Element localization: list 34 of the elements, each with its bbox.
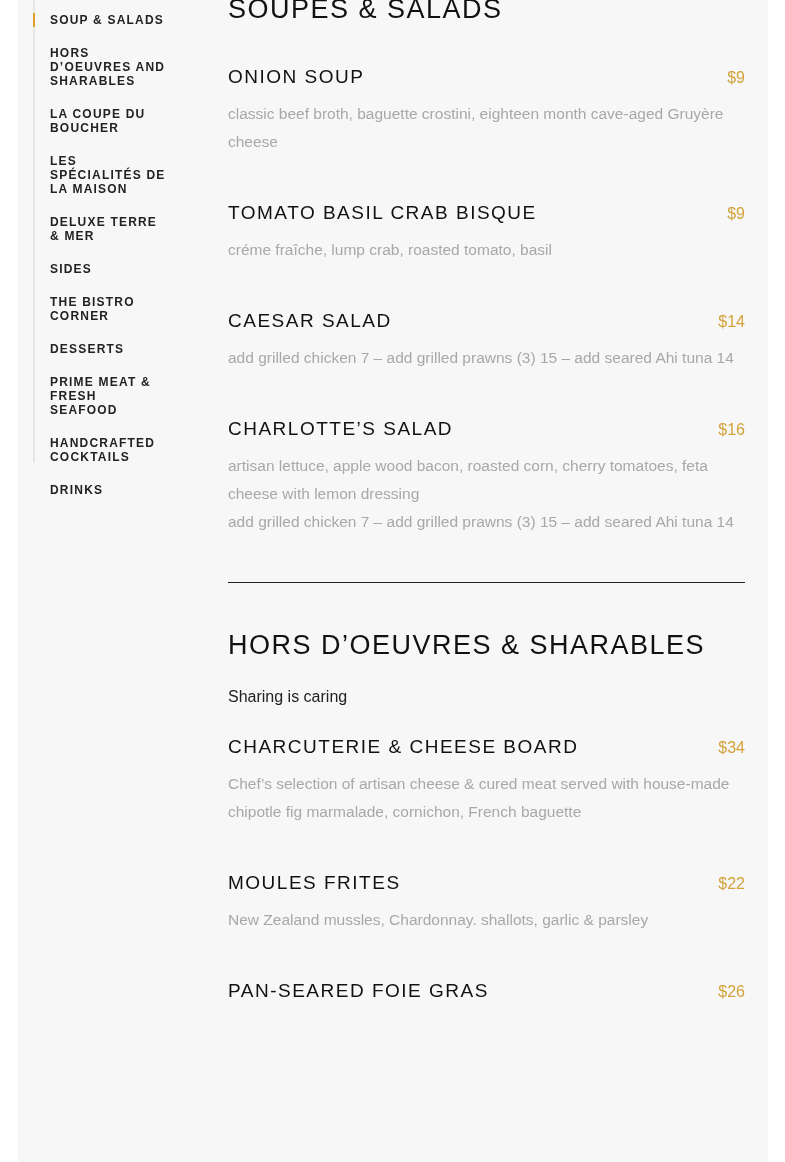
dish-description: Chef’s selection of artisan cheese & cured meat served with house-made chipotle fig marmalade, cornichon, French baguette [228,774,731,822]
dish-name: CHARCUTERIE & CHEESE BOARD [228,736,579,758]
sidebar-item[interactable]: DRINKS [33,483,168,497]
sidebar-item[interactable]: SOUP & SALADS [33,13,168,27]
dish-price: $22 [718,875,745,893]
dish-name: ONION SOUP [228,66,365,88]
sidebar-item[interactable]: THE BISTRO CORNER [33,295,168,323]
dish-description: classic beef broth, baguette crostini, eighteen month cave-aged Gruyère cheese [228,104,725,152]
dish-name: CAESAR SALAD [228,310,392,332]
dish-price: $34 [718,739,745,757]
dish-description: créme fraîche, lump crab, roasted tomato, basil [228,240,553,260]
dish-name: CHARLOTTE’S SALAD [228,418,454,440]
dish-price: $9 [727,205,745,223]
sidebar-item[interactable]: DELUXE TERRE & MER [33,215,168,243]
section-title: SOUPES & SALADS [228,0,504,26]
dish-name: TOMATO BASIL CRAB BISQUE [228,202,537,224]
dish-name: MOULES FRITES [228,872,401,894]
dish-description: add grilled chicken 7 – add grilled prawns (3) 15 – add seared Ahi tuna 14 [228,512,735,532]
sidebar-item[interactable]: LA COUPE DU BOUCHER [33,107,168,135]
dish-price: $9 [727,69,745,87]
sidebar-item[interactable]: SIDES [33,262,168,276]
sidebar-item[interactable]: LES SPÉCIALITÉS DE LA MAISON [33,154,168,196]
sidebar-item[interactable]: PRIME MEAT & FRESH SEAFOOD [33,375,168,417]
sidebar-item[interactable]: HANDCRAFTED COCKTAILS [33,436,168,464]
dish-name: PAN-SEARED FOIE GRAS [228,980,489,1002]
dish-price: $26 [718,983,745,1001]
section-subtitle: Sharing is caring [228,688,349,706]
sidebar-item[interactable]: HORS D’OEUVRES AND SHARABLES [33,46,168,88]
dish-description: add grilled chicken 7 – add grilled prawns (3) 15 – add seared Ahi tuna 14 [228,348,735,368]
sidebar-item[interactable]: DESSERTS [33,342,168,356]
dish-description: New Zealand mussles, Chardonnay. shallots, garlic & parsley [228,910,650,930]
dish-price: $16 [718,421,745,439]
dish-price: $14 [718,313,745,331]
section-title: HORS D’OEUVRES & SHARABLES [228,629,707,662]
